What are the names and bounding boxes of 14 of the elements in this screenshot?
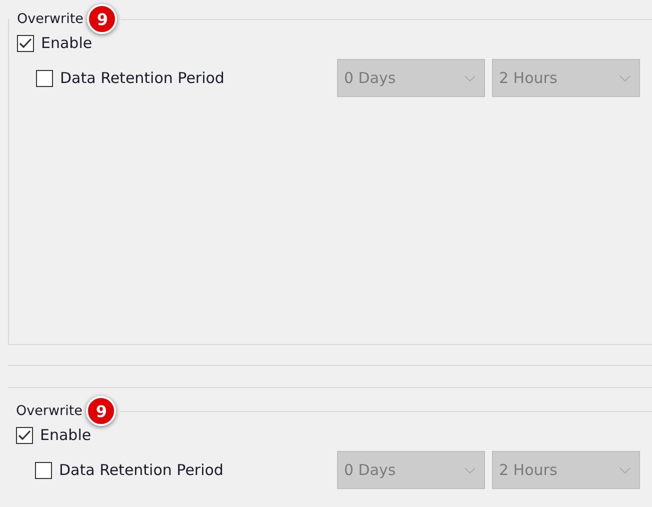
checkbox-label: Data Retention Period	[59, 461, 224, 479]
checkbox-label: Enable	[41, 34, 92, 52]
chevron-down-icon	[619, 466, 631, 474]
checkbox[interactable]	[35, 462, 52, 478]
chevron-down-icon	[464, 466, 476, 474]
checkbox-label: Enable	[40, 426, 92, 444]
checkbox[interactable]	[17, 34, 34, 52]
chevron-down-icon	[464, 74, 476, 82]
checkbox[interactable]	[16, 426, 33, 444]
number-badge: 9	[86, 396, 116, 426]
checkbox[interactable]	[36, 70, 53, 86]
number-badge: 9	[87, 4, 118, 34]
chevron-down-icon	[619, 74, 631, 82]
checkbox-label: Data Retention Period	[60, 69, 224, 87]
